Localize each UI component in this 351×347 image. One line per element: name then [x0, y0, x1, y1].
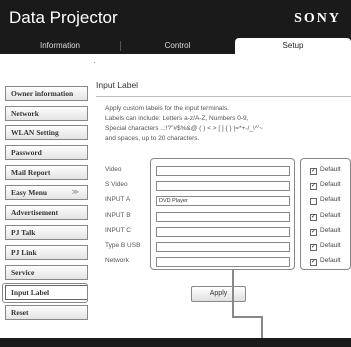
- sidebar-item-label: Password: [11, 148, 42, 157]
- tab-bar: Information Control Setup: [0, 38, 351, 54]
- footer-bar: [0, 338, 351, 347]
- sidebar-item-pj-talk[interactable]: PJ Talk: [5, 225, 88, 240]
- row-label-s-video: S Video: [105, 181, 128, 188]
- sidebar-item-label: Mail Report: [11, 168, 51, 177]
- sidebar-item-label: WLAN Setting: [11, 128, 59, 137]
- row-label-input-c: INPUT C: [105, 227, 131, 234]
- row-label-input-a: INPUT A: [105, 196, 131, 203]
- tab-setup[interactable]: Setup: [235, 38, 351, 54]
- tab-control[interactable]: Control: [120, 38, 235, 54]
- row-label-network: Network: [105, 257, 129, 264]
- callout-frame-fields: [150, 158, 295, 270]
- description-line: Labels can include: Letters a-z/A-Z, Num…: [105, 115, 249, 122]
- sidebar-item-service[interactable]: Service: [5, 265, 88, 280]
- sidebar-item-label: Service: [11, 268, 35, 277]
- sidebar-item-label: Advertisement: [11, 208, 59, 217]
- sidebar-item-label: Reset: [11, 308, 29, 317]
- sidebar-item-owner-information[interactable]: Owner information: [5, 86, 88, 101]
- sidebar-item-pj-link[interactable]: PJ Link: [5, 245, 88, 260]
- callout-leader-line: [232, 316, 262, 318]
- sidebar-item-easy-menu[interactable]: Easy Menu ≫: [5, 185, 88, 200]
- callout-frame-checkboxes: [300, 158, 351, 270]
- row-label-type-b-usb: Type B USB: [105, 242, 141, 249]
- row-label-input-b: INPUT B: [105, 212, 131, 219]
- tab-information[interactable]: Information: [0, 38, 120, 54]
- description: Apply custom labels for the input termin…: [105, 104, 345, 144]
- subnav-indicator: ·: [93, 58, 96, 67]
- app-header: Data Projector SONY: [0, 0, 351, 38]
- sidebar-item-reset[interactable]: Reset: [5, 305, 88, 320]
- sidebar-item-password[interactable]: Password: [5, 145, 88, 160]
- sidebar-item-network[interactable]: Network: [5, 106, 88, 121]
- sidebar-item-label: Easy Menu: [11, 188, 48, 197]
- callout-leader-line: [232, 270, 234, 317]
- sidebar-item-label: PJ Talk: [11, 228, 36, 237]
- title-divider: [96, 96, 351, 97]
- sidebar-item-label: Network: [11, 109, 39, 118]
- description-line: Apply custom labels for the input termin…: [105, 105, 229, 112]
- description-line: and spaces, up to 20 characters.: [105, 135, 200, 142]
- row-label-video: Video: [105, 166, 122, 173]
- apply-button[interactable]: Apply: [191, 286, 246, 302]
- sidebar-item-wlan-setting[interactable]: WLAN Setting: [5, 125, 88, 140]
- sidebar-item-label: Owner information: [11, 89, 74, 98]
- callout-leader-line: [261, 316, 263, 338]
- page-title: Input Label: [96, 80, 139, 90]
- description-line: Special characters ..:!?"#$%&@ ( ) < > […: [105, 125, 263, 132]
- sidebar-item-mail-report[interactable]: Mail Report: [5, 165, 88, 180]
- brand-logo: SONY: [294, 11, 341, 26]
- sidebar-item-advertisement[interactable]: Advertisement: [5, 205, 88, 220]
- app-title: Data Projector: [9, 8, 118, 27]
- expand-icon: ≫: [71, 188, 79, 196]
- sidebar-item-label: PJ Link: [11, 248, 37, 257]
- callout-frame-sidebar: [2, 283, 88, 303]
